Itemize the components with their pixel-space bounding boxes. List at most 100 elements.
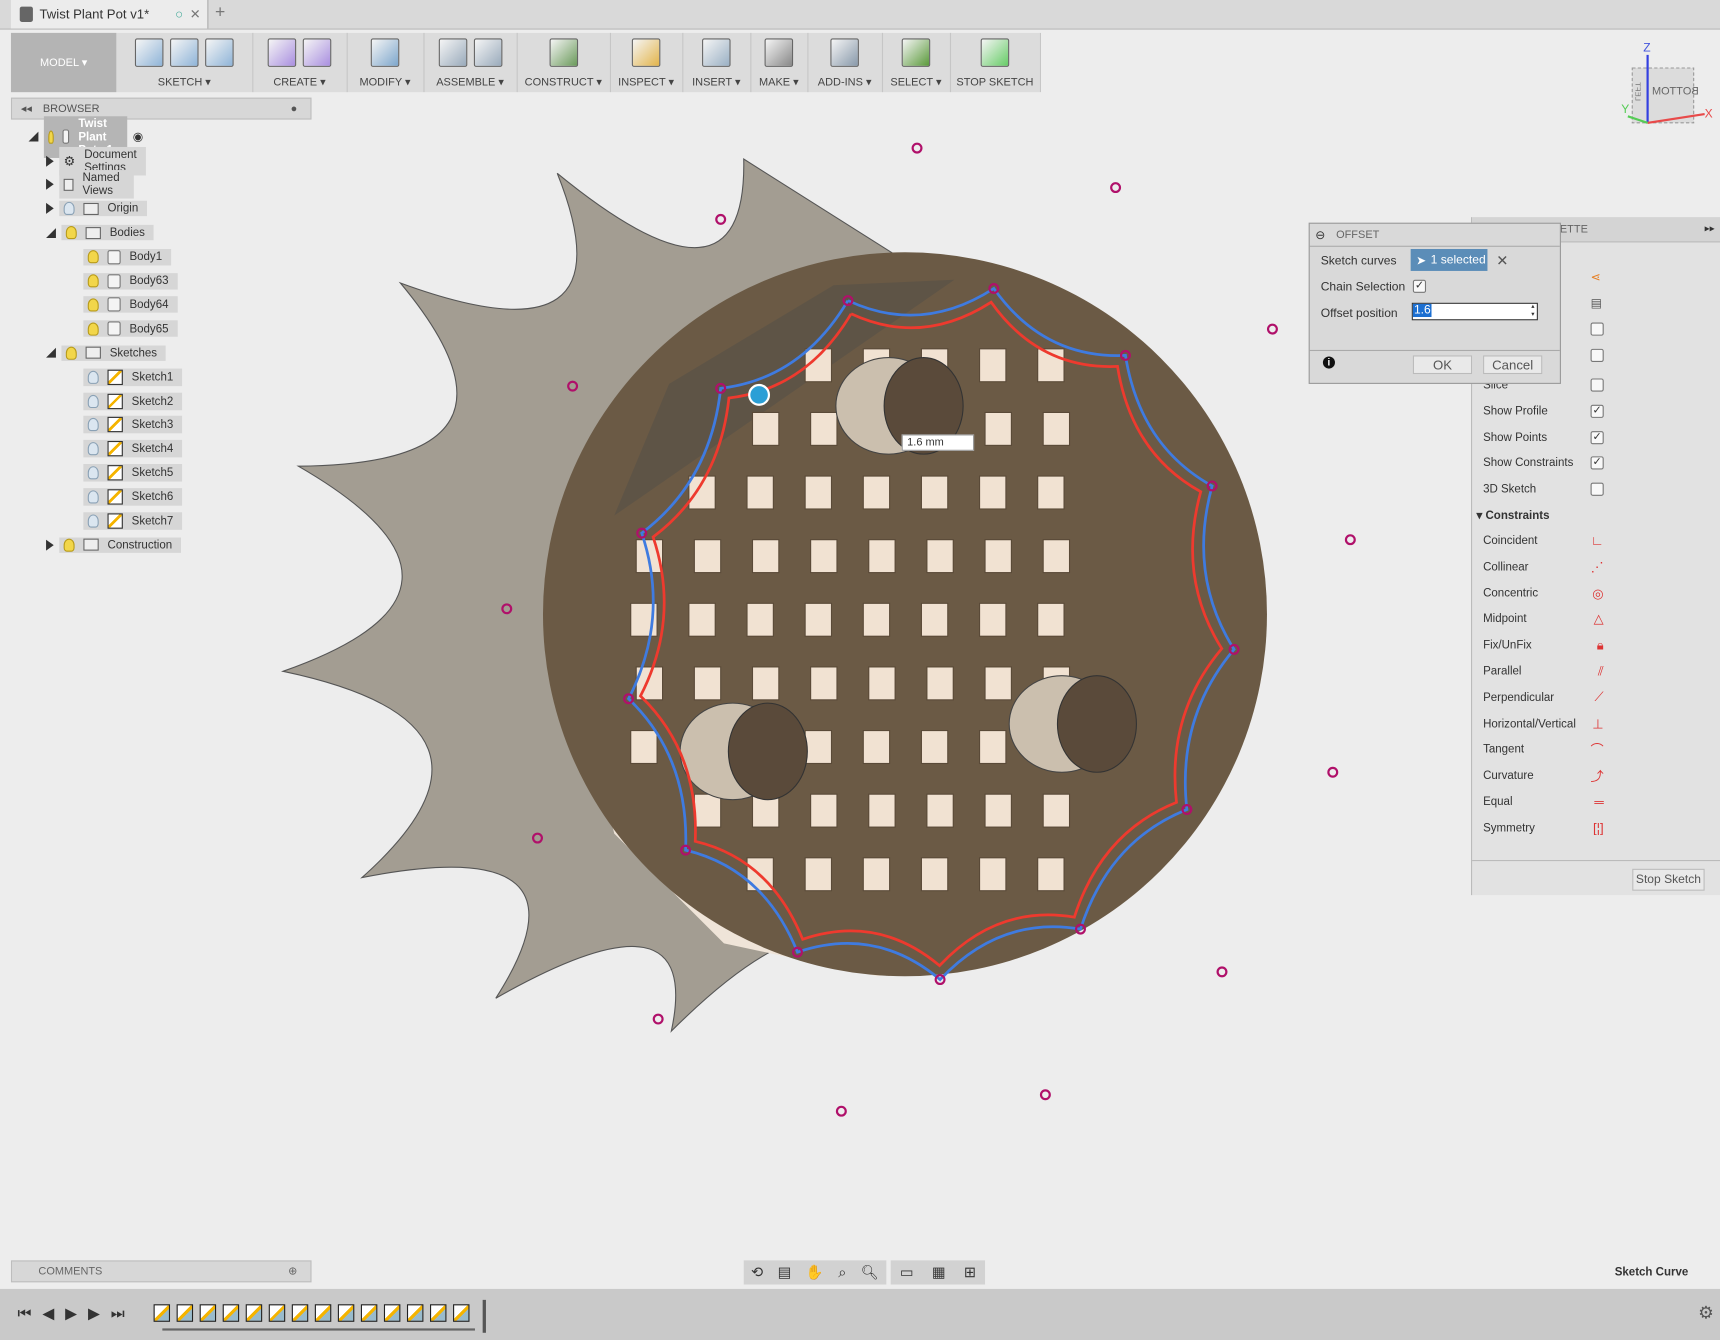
browser-node-folder[interactable]: Construction (46, 536, 181, 555)
palette-checkbox[interactable] (1590, 348, 1604, 362)
sketch-curves-selector[interactable]: ➤ 1 selected (1410, 249, 1488, 271)
timeline-feature-icon[interactable] (360, 1304, 378, 1322)
clear-selection-icon[interactable]: ✕ (1496, 252, 1508, 270)
browser-node-folder[interactable]: Bodies (46, 223, 154, 242)
constraints-section-header[interactable]: ▾ Constraints (1476, 509, 1549, 522)
toolbar-group-modify[interactable]: MODIFY ▾ (347, 32, 425, 93)
option-checkbox[interactable]: ✓ (1590, 456, 1604, 470)
constraint-curvature[interactable]: Curvature ⤴ (1483, 766, 1713, 786)
sketch-tool-icon[interactable] (134, 38, 164, 67)
toolbar-group-assemble[interactable]: ASSEMBLE ▾ (423, 32, 518, 93)
browser-node-body[interactable]: Body64 (83, 296, 178, 315)
expand-toggle-icon[interactable] (46, 203, 54, 215)
visibility-bulb-icon[interactable] (87, 466, 99, 480)
browser-node-sketch[interactable]: Sketch1 (83, 368, 183, 387)
canvas-viewport[interactable] (0, 0, 1720, 1340)
option-checkbox[interactable]: ✓ (1590, 430, 1604, 444)
dimension-input[interactable]: 1.6 mm (901, 434, 975, 451)
visibility-bulb-icon[interactable] (87, 370, 99, 384)
constraint-fix-unfix[interactable]: Fix/UnFix 🔒︎ (1483, 635, 1713, 655)
palette-option[interactable]: Show Profile ✓ (1483, 401, 1713, 421)
create-tool-icon[interactable] (267, 38, 297, 67)
expand-toggle-icon[interactable] (28, 131, 39, 142)
timeline-feature-icon[interactable] (176, 1304, 194, 1322)
last-step-icon[interactable]: ⏭ (111, 1304, 125, 1323)
activate-radio-icon[interactable]: ◉ (133, 129, 144, 144)
browser-node-settings[interactable]: ⚙ Document Settings (46, 146, 146, 175)
toolbar-group-insert[interactable]: INSERT ▾ (682, 32, 752, 93)
visibility-bulb-icon[interactable] (87, 490, 99, 504)
timeline-feature-icon[interactable] (383, 1304, 401, 1322)
stepper-icon[interactable]: ▴ ▾ (1531, 304, 1534, 319)
constraint-horizontal-vertical[interactable]: Horizontal/Vertical ⊥ (1483, 714, 1713, 734)
palette-checkbox[interactable] (1590, 322, 1604, 336)
assemble-tool-icon[interactable] (473, 38, 502, 67)
add-ins-tool-icon[interactable] (830, 38, 859, 67)
make-tool-icon[interactable] (764, 38, 794, 67)
look-at-icon[interactable]: ▤ (778, 1264, 791, 1282)
toolbar-group-sketch[interactable]: SKETCH ▾ (116, 32, 254, 93)
option-checkbox[interactable]: ✓ (1590, 404, 1604, 418)
stop-sketch-tool-icon[interactable] (980, 38, 1010, 67)
create-tool-icon[interactable] (302, 38, 332, 67)
visibility-bulb-icon[interactable] (87, 418, 99, 432)
browser-node-body[interactable]: Body65 (83, 320, 178, 339)
browser-node-sketch[interactable]: Sketch2 (83, 392, 183, 411)
browser-node-folder-nv[interactable]: Named Views (46, 170, 134, 199)
timeline-settings-icon[interactable]: ⚙ (1698, 1302, 1714, 1324)
constraint-coincident[interactable]: Coincident ∟ (1483, 531, 1713, 551)
browser-node-sketch[interactable]: Sketch3 (83, 416, 183, 435)
visibility-bulb-icon[interactable] (87, 298, 99, 312)
timeline-feature-icon[interactable] (245, 1304, 263, 1322)
timeline-feature-icon[interactable] (153, 1304, 171, 1322)
visibility-bulb-icon[interactable] (87, 322, 99, 336)
toolbar-group-construct[interactable]: CONSTRUCT ▾ (517, 32, 611, 93)
visibility-bulb-icon[interactable] (65, 226, 77, 240)
visibility-bulb-icon[interactable] (48, 129, 55, 144)
timeline-feature-icon[interactable] (314, 1304, 332, 1322)
sketch-tool-icon[interactable] (170, 38, 199, 67)
browser-node-folder[interactable]: Origin (46, 199, 148, 218)
timeline-feature-icon[interactable] (199, 1304, 217, 1322)
browser-node-sketch[interactable]: Sketch7 (83, 512, 183, 531)
toolbar-group-stop-sketch[interactable]: STOP SKETCH (950, 32, 1041, 93)
pan-icon[interactable]: ✋ (806, 1264, 824, 1282)
fit-icon[interactable]: 🔍︎ (861, 1264, 879, 1282)
offset-position-input[interactable]: 1.6 ▴ ▾ (1411, 302, 1538, 321)
timeline-feature-icon[interactable] (268, 1304, 286, 1322)
expand-toggle-icon[interactable] (46, 179, 54, 191)
toolbar-group-inspect[interactable]: INSPECT ▾ (610, 32, 684, 93)
browser-node-sketch[interactable]: Sketch5 (83, 464, 183, 483)
constraint-equal[interactable]: Equal ═ (1483, 792, 1713, 812)
palette-tool-icon[interactable]: ▤ (1591, 296, 1602, 310)
info-icon[interactable]: i (1322, 356, 1335, 369)
timeline-marker[interactable] (482, 1299, 486, 1333)
visibility-bulb-icon[interactable] (65, 346, 77, 360)
palette-tool-icon[interactable]: ⋖ (1591, 270, 1601, 284)
palette-option[interactable]: Show Points ✓ (1483, 427, 1713, 447)
visibility-bulb-icon[interactable] (87, 442, 99, 456)
timeline-feature-icon[interactable] (291, 1304, 309, 1322)
constraint-tangent[interactable]: Tangent ⌒ (1483, 740, 1713, 760)
inspect-tool-icon[interactable] (631, 38, 661, 67)
toolbar-group-make[interactable]: MAKE ▾ (750, 32, 809, 93)
construct-tool-icon[interactable] (549, 38, 578, 67)
expand-toggle-icon[interactable] (46, 227, 56, 238)
constraint-concentric[interactable]: Concentric ◎ (1483, 583, 1713, 603)
constraint-parallel[interactable]: Parallel ⫽ (1483, 661, 1713, 681)
toolbar-group-select[interactable]: SELECT ▾ (882, 32, 952, 93)
visibility-bulb-icon[interactable] (87, 274, 99, 288)
toolbar-group-add-ins[interactable]: ADD-INS ▾ (807, 32, 884, 93)
constraint-perpendicular[interactable]: Perpendicular ⟋ (1483, 688, 1713, 708)
insert-tool-icon[interactable] (702, 38, 731, 67)
chain-selection-checkbox[interactable]: ✓ (1412, 279, 1427, 293)
assemble-tool-icon[interactable] (438, 38, 467, 67)
browser-node-body[interactable]: Body63 (83, 271, 178, 290)
new-tab-button[interactable]: + (215, 3, 225, 23)
first-step-icon[interactable]: ⏮ (18, 1304, 32, 1323)
browser-node-folder[interactable]: Sketches (46, 344, 166, 363)
cancel-button[interactable]: Cancel (1483, 355, 1543, 375)
comments-panel[interactable]: COMMENTS ⊕ (10, 1260, 312, 1283)
constraint-collinear[interactable]: Collinear ⋰ (1483, 557, 1713, 577)
prev-step-icon[interactable]: ◀ (42, 1304, 54, 1323)
